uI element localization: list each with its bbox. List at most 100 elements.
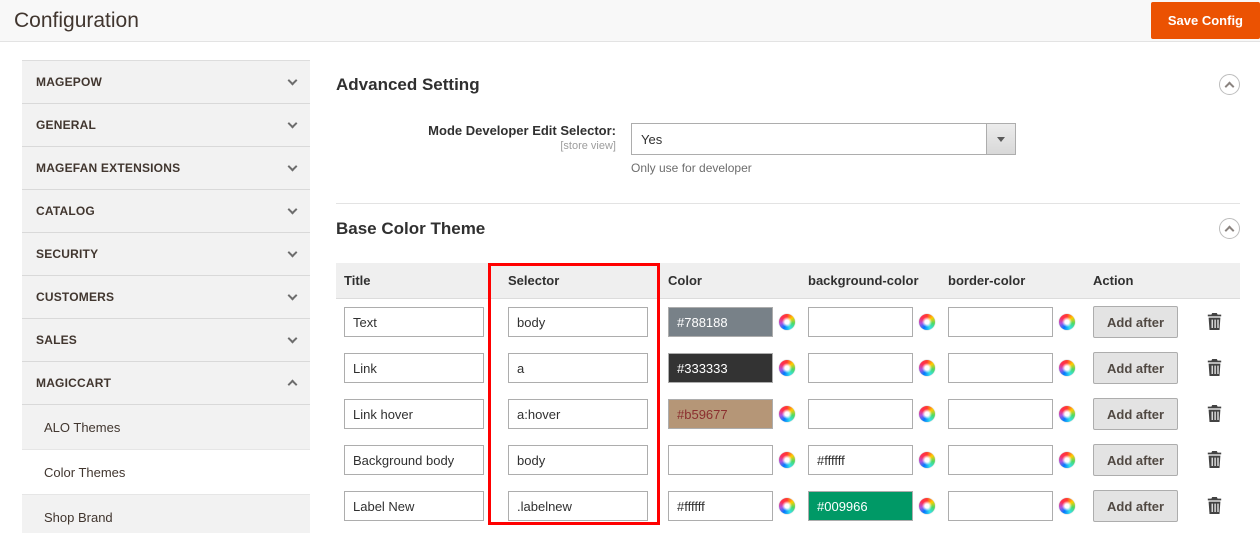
- selector-input[interactable]: [508, 491, 648, 521]
- color-picker-icon[interactable]: [919, 314, 935, 330]
- add-after-button[interactable]: Add after: [1093, 398, 1178, 430]
- color-picker-icon[interactable]: [1059, 498, 1075, 514]
- sidebar-item-general[interactable]: GENERAL: [22, 104, 310, 147]
- sidebar-subitem-alo-themes[interactable]: ALO Themes: [22, 405, 310, 450]
- sidebar-subitem-color-themes[interactable]: Color Themes: [22, 450, 310, 495]
- background-color-input[interactable]: [808, 491, 913, 521]
- border-color-cell: [940, 491, 1085, 521]
- action-cell: Add after: [1085, 398, 1195, 430]
- color-cell: [660, 445, 800, 475]
- add-after-button[interactable]: Add after: [1093, 444, 1178, 476]
- base-color-table: Title Selector Color background-color bo…: [336, 263, 1240, 529]
- delete-cell: [1195, 355, 1240, 381]
- sidebar-subitem-label: Shop Brand: [44, 510, 113, 525]
- chevron-down-icon: [288, 291, 298, 301]
- border-color-input[interactable]: [948, 353, 1053, 383]
- selector-input[interactable]: [508, 307, 648, 337]
- trash-icon[interactable]: [1203, 309, 1226, 334]
- save-config-button[interactable]: Save Config: [1151, 2, 1260, 39]
- action-cell: Add after: [1085, 444, 1195, 476]
- border-color-input[interactable]: [948, 307, 1053, 337]
- background-color-cell: [800, 307, 940, 337]
- color-picker-icon[interactable]: [1059, 406, 1075, 422]
- delete-cell: [1195, 447, 1240, 473]
- title-input[interactable]: [344, 445, 484, 475]
- caret-down-icon: [997, 137, 1005, 142]
- color-picker-icon[interactable]: [919, 498, 935, 514]
- advanced-setting-section-header: Advanced Setting: [336, 74, 1240, 95]
- trash-icon[interactable]: [1203, 401, 1226, 426]
- color-picker-icon[interactable]: [919, 360, 935, 376]
- sidebar-item-label: MAGEPOW: [36, 75, 102, 89]
- sidebar-item-label: CATALOG: [36, 204, 95, 218]
- sidebar-item-sales[interactable]: SALES: [22, 319, 310, 362]
- trash-icon[interactable]: [1203, 355, 1226, 380]
- color-picker-icon[interactable]: [1059, 452, 1075, 468]
- color-input[interactable]: [668, 353, 773, 383]
- border-color-cell: [940, 307, 1085, 337]
- color-picker-icon[interactable]: [919, 406, 935, 422]
- title-cell: [336, 445, 488, 475]
- color-picker-icon[interactable]: [779, 360, 795, 376]
- color-picker-icon[interactable]: [779, 314, 795, 330]
- trash-icon[interactable]: [1203, 493, 1226, 518]
- sidebar-item-magefan-extensions[interactable]: MAGEFAN EXTENSIONS: [22, 147, 310, 190]
- border-color-input[interactable]: [948, 399, 1053, 429]
- selector-input[interactable]: [508, 399, 648, 429]
- selector-cell: [488, 445, 660, 475]
- table-row: Add after: [336, 437, 1240, 483]
- selector-input[interactable]: [508, 353, 648, 383]
- background-color-input[interactable]: [808, 399, 913, 429]
- add-after-button[interactable]: Add after: [1093, 352, 1178, 384]
- section-divider: [336, 203, 1240, 204]
- title-input[interactable]: [344, 307, 484, 337]
- collapse-section-icon[interactable]: [1219, 74, 1240, 95]
- title-input[interactable]: [344, 353, 484, 383]
- background-color-input[interactable]: [808, 445, 913, 475]
- sidebar-item-security[interactable]: SECURITY: [22, 233, 310, 276]
- title-input[interactable]: [344, 399, 484, 429]
- color-picker-icon[interactable]: [1059, 360, 1075, 376]
- title-input[interactable]: [344, 491, 484, 521]
- background-color-cell: [800, 399, 940, 429]
- chevron-down-icon: [288, 119, 298, 129]
- color-picker-icon[interactable]: [779, 406, 795, 422]
- column-header-background-color: background-color: [800, 273, 940, 288]
- action-cell: Add after: [1085, 352, 1195, 384]
- mode-developer-select[interactable]: Yes: [631, 123, 1016, 155]
- sidebar-subitem-shop-brand[interactable]: Shop Brand: [22, 495, 310, 533]
- background-color-input[interactable]: [808, 353, 913, 383]
- chevron-down-icon: [288, 334, 298, 344]
- sidebar-item-label: SALES: [36, 333, 77, 347]
- color-input[interactable]: [668, 399, 773, 429]
- sidebar-item-catalog[interactable]: CATALOG: [22, 190, 310, 233]
- selector-cell: [488, 353, 660, 383]
- delete-cell: [1195, 309, 1240, 335]
- collapse-section-icon[interactable]: [1219, 218, 1240, 239]
- sidebar-item-label: GENERAL: [36, 118, 96, 132]
- config-sidebar: MAGEPOW GENERAL MAGEFAN EXTENSIONS CATAL…: [22, 60, 310, 533]
- color-input[interactable]: [668, 307, 773, 337]
- color-input[interactable]: [668, 445, 773, 475]
- add-after-button[interactable]: Add after: [1093, 306, 1178, 338]
- selector-cell: [488, 491, 660, 521]
- color-picker-icon[interactable]: [779, 452, 795, 468]
- sidebar-item-magiccart[interactable]: MAGICCART: [22, 362, 310, 405]
- sidebar-item-magepow[interactable]: MAGEPOW: [22, 61, 310, 104]
- page-header: Configuration Save Config: [0, 0, 1260, 42]
- border-color-input[interactable]: [948, 491, 1053, 521]
- field-control-column: Yes Only use for developer: [631, 123, 1016, 175]
- color-input[interactable]: [668, 491, 773, 521]
- color-picker-icon[interactable]: [779, 498, 795, 514]
- border-color-input[interactable]: [948, 445, 1053, 475]
- color-picker-icon[interactable]: [919, 452, 935, 468]
- chevron-down-icon: [288, 162, 298, 172]
- selector-input[interactable]: [508, 445, 648, 475]
- action-cell: Add after: [1085, 306, 1195, 338]
- sidebar-item-customers[interactable]: CUSTOMERS: [22, 276, 310, 319]
- color-picker-icon[interactable]: [1059, 314, 1075, 330]
- trash-icon[interactable]: [1203, 447, 1226, 472]
- add-after-button[interactable]: Add after: [1093, 490, 1178, 522]
- sidebar-item-label: SECURITY: [36, 247, 98, 261]
- background-color-input[interactable]: [808, 307, 913, 337]
